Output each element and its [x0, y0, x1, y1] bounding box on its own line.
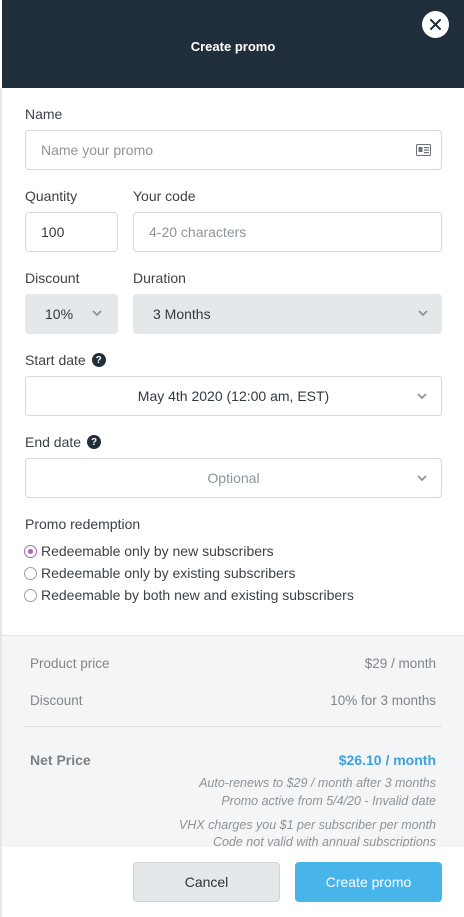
modal-title: Create promo [190, 39, 276, 54]
cancel-button[interactable]: Cancel [133, 862, 280, 902]
code-label: Your code [133, 188, 196, 204]
radio-label: Redeemable only by new subscribers [41, 543, 274, 559]
name-input[interactable]: Name your promo [25, 130, 442, 170]
quantity-input[interactable]: 100 [25, 212, 118, 252]
start-date-select[interactable]: May 4th 2020 (12:00 am, EST) [25, 376, 442, 416]
help-icon[interactable]: ? [91, 353, 106, 367]
net-price-value: $26.10 / month [338, 752, 436, 768]
duration-label: Duration [133, 270, 186, 286]
close-button[interactable] [422, 11, 449, 38]
code-input[interactable]: 4-20 characters [133, 212, 442, 252]
radio-option-new[interactable]: Redeemable only by new subscribers [24, 542, 274, 560]
discount-label: Discount [25, 270, 80, 286]
discount-select[interactable]: 10% [25, 294, 118, 334]
note-promo-active: Promo active from 5/4/20 - Invalid date [221, 794, 436, 808]
quantity-value: 100 [41, 224, 65, 240]
chevron-down-icon [417, 475, 427, 482]
discount-value: 10% [45, 306, 74, 322]
radio-selected[interactable] [24, 544, 37, 558]
radio-label: Redeemable only by existing subscribers [41, 565, 296, 581]
note-auto-renew: Auto-renews to $29 / month after 3 month… [199, 776, 436, 790]
contact-card-icon [416, 144, 431, 156]
start-date-value: May 4th 2020 (12:00 am, EST) [137, 388, 330, 404]
duration-value: 3 Months [153, 306, 211, 322]
create-promo-button[interactable]: Create promo [295, 862, 442, 902]
price-summary: Product price $29 / month Discount 10% f… [2, 635, 464, 849]
chevron-down-icon [418, 310, 428, 317]
duration-select[interactable]: 3 Months [133, 294, 442, 334]
product-price-value: $29 / month [364, 656, 436, 671]
close-icon [430, 19, 441, 30]
end-date-label: End date ? [25, 434, 102, 450]
chevron-down-icon [417, 393, 427, 400]
radio-option-existing[interactable]: Redeemable only by existing subscribers [24, 564, 295, 582]
quantity-label: Quantity [25, 188, 78, 204]
divider [24, 726, 442, 727]
radio-label: Redeemable by both new and existing subs… [41, 587, 354, 603]
name-label: Name [25, 106, 63, 122]
radio-unselected[interactable] [24, 566, 37, 580]
help-icon[interactable]: ? [87, 435, 102, 449]
end-date-placeholder: Optional [207, 470, 260, 486]
discount-summary-label: Discount [30, 693, 83, 708]
modal-header: Create promo [2, 0, 464, 88]
modal-footer: Cancel Create promo [2, 847, 464, 917]
radio-unselected[interactable] [24, 588, 37, 602]
discount-summary-value: 10% for 3 months [330, 693, 436, 708]
code-placeholder: 4-20 characters [149, 224, 247, 240]
chevron-down-icon [92, 310, 102, 317]
product-price-label: Product price [30, 656, 110, 671]
end-date-select[interactable]: Optional [25, 458, 442, 498]
note-vhx-charges: VHX charges you $1 per subscriber per mo… [178, 818, 436, 832]
promo-redemption-label: Promo redemption [25, 516, 141, 532]
net-price-label: Net Price [30, 752, 91, 768]
name-placeholder: Name your promo [41, 142, 154, 158]
radio-option-both[interactable]: Redeemable by both new and existing subs… [24, 586, 354, 604]
start-date-label: Start date ? [25, 352, 106, 368]
